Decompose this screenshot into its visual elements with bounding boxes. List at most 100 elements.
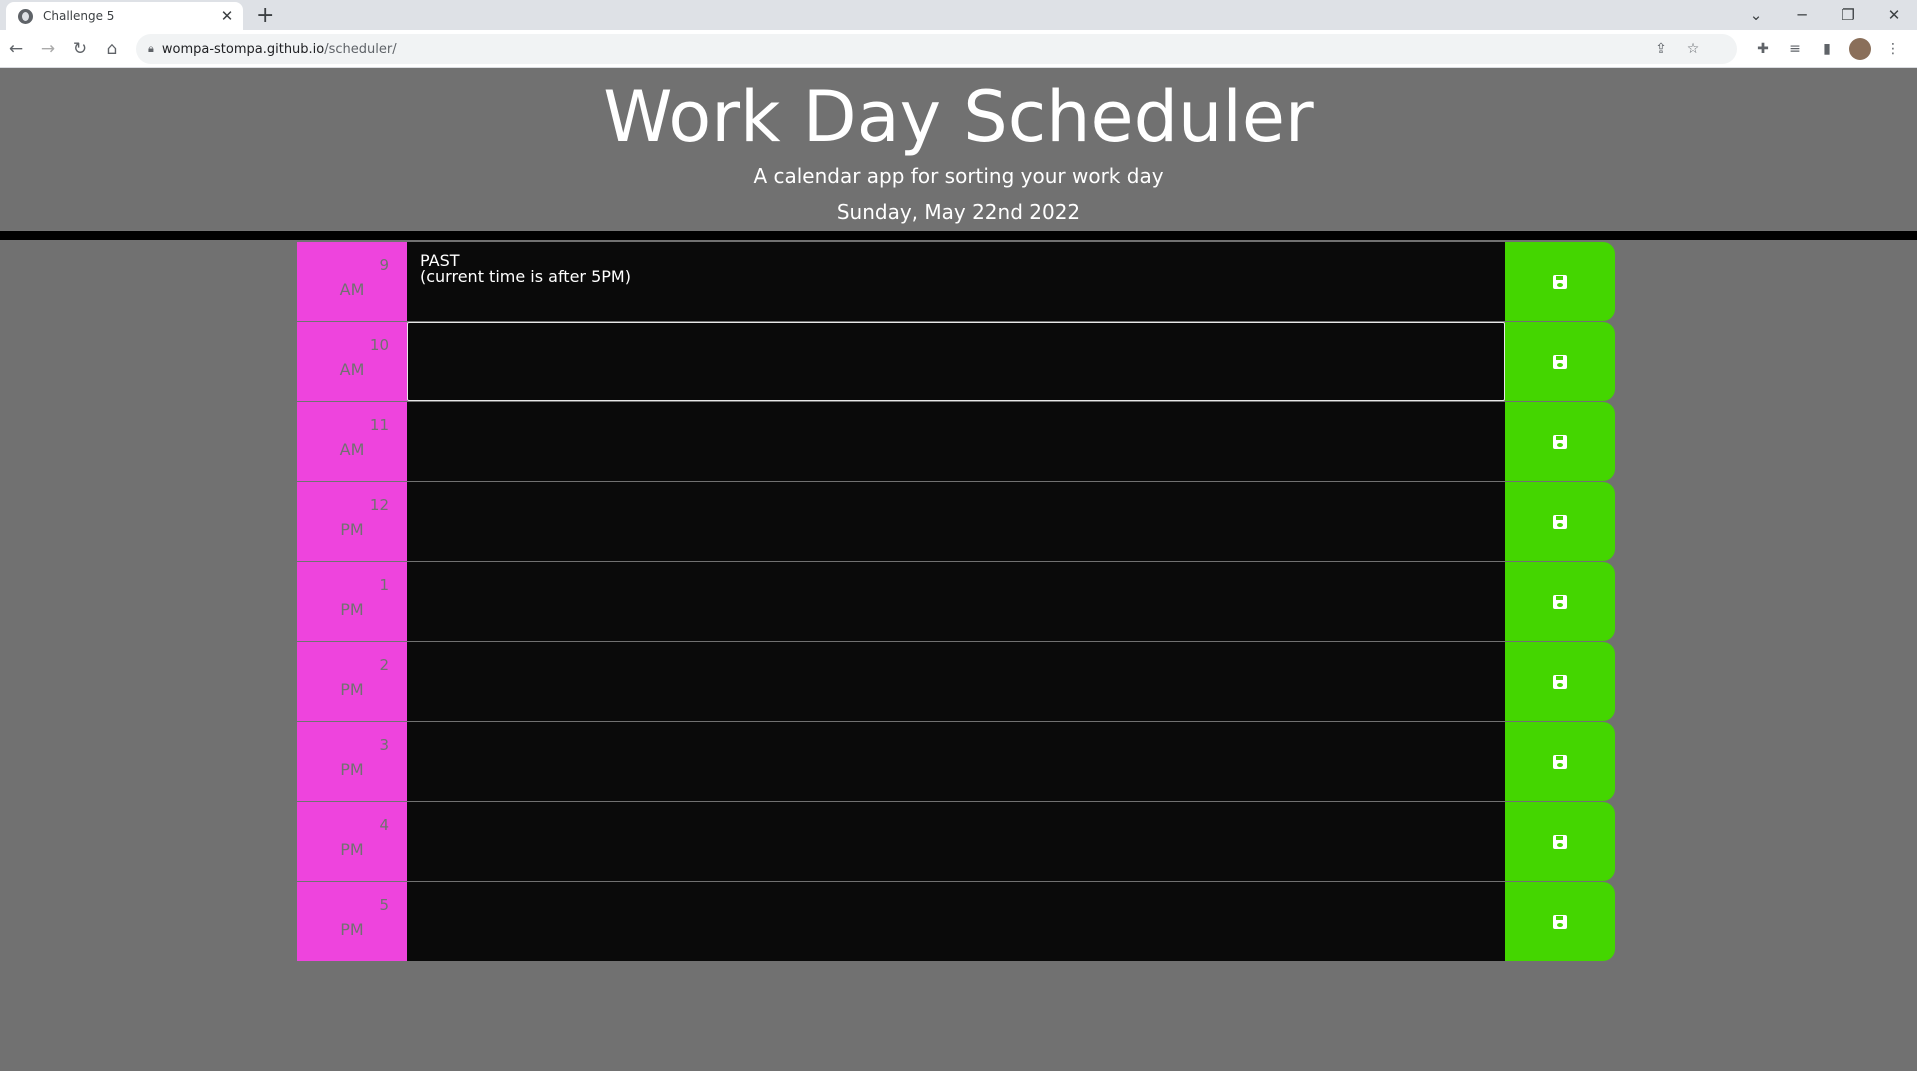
close-window-icon[interactable]: ✕ bbox=[1871, 6, 1917, 24]
time-block-row: 1 PM bbox=[297, 562, 1615, 641]
hour-ampm: PM bbox=[340, 760, 364, 779]
time-block-row: 10 AM bbox=[297, 322, 1615, 401]
current-date: Sunday, May 22nd 2022 bbox=[836, 200, 1081, 224]
lock-icon[interactable]: 🔒︎ bbox=[148, 42, 154, 56]
header-divider bbox=[0, 231, 1917, 240]
url-path: /scheduler/ bbox=[324, 41, 397, 57]
hour-label: 4 PM bbox=[297, 802, 407, 881]
hour-ampm: PM bbox=[340, 680, 364, 699]
save-button[interactable] bbox=[1505, 482, 1615, 561]
floppy-disk-icon bbox=[1553, 914, 1567, 929]
toolbar-actions: ✚ ≡ ▮ ⋮ bbox=[1747, 30, 1909, 68]
browser-tab[interactable]: Challenge 5 ✕ bbox=[6, 2, 243, 30]
event-description-input[interactable] bbox=[407, 322, 1505, 401]
page-content: Work Day Scheduler A calendar app for so… bbox=[0, 68, 1917, 1077]
hour-ampm: PM bbox=[340, 920, 364, 939]
page-subtitle: A calendar app for sorting your work day bbox=[753, 164, 1164, 188]
extensions-icon[interactable]: ✚ bbox=[1747, 41, 1779, 57]
url-host: wompa-stompa.github.io bbox=[161, 41, 325, 57]
event-description-input[interactable] bbox=[407, 882, 1505, 961]
hour-ampm: AM bbox=[339, 360, 365, 379]
save-button[interactable] bbox=[1505, 722, 1615, 801]
hour-ampm: AM bbox=[339, 440, 365, 459]
hour-number: 2 bbox=[379, 656, 389, 674]
time-block-row: 12 PM bbox=[297, 482, 1615, 561]
hour-number: 1 bbox=[379, 576, 389, 594]
bottom-edge bbox=[0, 1071, 1917, 1077]
time-block-row: 5 PM bbox=[297, 882, 1615, 961]
bookmark-star-icon[interactable]: ☆ bbox=[1677, 41, 1709, 57]
time-block-row: 2 PM bbox=[297, 642, 1615, 721]
profile-avatar[interactable] bbox=[1849, 38, 1871, 60]
floppy-disk-icon bbox=[1553, 594, 1567, 609]
browser-tabstrip: Challenge 5 ✕ + ⌄ ─ ❐ ✕ bbox=[0, 0, 1917, 30]
event-description-input[interactable] bbox=[407, 642, 1505, 721]
url-text: wompa-stompa.github.io/scheduler/ bbox=[162, 42, 397, 57]
minimize-icon[interactable]: ─ bbox=[1779, 6, 1825, 24]
time-block-container: 9 AM PAST (current time is after 5PM) 10… bbox=[297, 242, 1615, 962]
event-description-input[interactable] bbox=[407, 562, 1505, 641]
hour-number: 4 bbox=[379, 816, 389, 834]
save-button[interactable] bbox=[1505, 642, 1615, 721]
hour-ampm: AM bbox=[339, 280, 365, 299]
time-block-row: 9 AM PAST (current time is after 5PM) bbox=[297, 242, 1615, 321]
share-icon[interactable]: ⇪ bbox=[1645, 41, 1677, 57]
time-block-row: 11 AM bbox=[297, 402, 1615, 481]
event-description-input[interactable] bbox=[407, 722, 1505, 801]
reload-icon[interactable]: ↻ bbox=[64, 39, 96, 59]
hour-number: 12 bbox=[369, 496, 389, 514]
address-bar-actions: ⇪ ☆ bbox=[1645, 34, 1709, 64]
floppy-disk-icon bbox=[1553, 274, 1567, 289]
hour-number: 9 bbox=[379, 256, 389, 274]
hour-label: 2 PM bbox=[297, 642, 407, 721]
save-button[interactable] bbox=[1505, 562, 1615, 641]
menu-icon[interactable]: ⋮ bbox=[1877, 41, 1909, 57]
event-description-input[interactable] bbox=[407, 402, 1505, 481]
tab-close-icon[interactable]: ✕ bbox=[219, 7, 235, 25]
window-controls: ⌄ ─ ❐ ✕ bbox=[1733, 0, 1917, 30]
hour-ampm: PM bbox=[340, 600, 364, 619]
restore-icon[interactable]: ❐ bbox=[1825, 6, 1871, 24]
hour-label: 11 AM bbox=[297, 402, 407, 481]
hour-ampm: PM bbox=[340, 520, 364, 539]
address-bar[interactable]: 🔒︎ wompa-stompa.github.io/scheduler/ bbox=[136, 34, 1737, 64]
save-button[interactable] bbox=[1505, 882, 1615, 961]
home-icon[interactable]: ⌂ bbox=[96, 39, 128, 59]
browser-toolbar: ← → ↻ ⌂ 🔒︎ wompa-stompa.github.io/schedu… bbox=[0, 30, 1917, 68]
hour-number: 10 bbox=[369, 336, 389, 354]
save-button[interactable] bbox=[1505, 242, 1615, 321]
save-button[interactable] bbox=[1505, 402, 1615, 481]
save-button[interactable] bbox=[1505, 802, 1615, 881]
forward-icon[interactable]: → bbox=[32, 39, 64, 59]
floppy-disk-icon bbox=[1553, 514, 1567, 529]
save-button[interactable] bbox=[1505, 322, 1615, 401]
floppy-disk-icon bbox=[1553, 434, 1567, 449]
event-description-input[interactable]: PAST (current time is after 5PM) bbox=[407, 242, 1505, 321]
floppy-disk-icon bbox=[1553, 354, 1567, 369]
header: Work Day Scheduler A calendar app for so… bbox=[0, 68, 1917, 231]
time-block-row: 4 PM bbox=[297, 802, 1615, 881]
time-block-row: 3 PM bbox=[297, 722, 1615, 801]
side-panel-icon[interactable]: ▮ bbox=[1811, 41, 1843, 57]
event-description-input[interactable] bbox=[407, 482, 1505, 561]
hour-label: 12 PM bbox=[297, 482, 407, 561]
tab-search-icon[interactable]: ⌄ bbox=[1733, 6, 1779, 24]
hour-label: 1 PM bbox=[297, 562, 407, 641]
hour-label: 3 PM bbox=[297, 722, 407, 801]
new-tab-icon[interactable]: + bbox=[256, 3, 274, 28]
hour-label: 10 AM bbox=[297, 322, 407, 401]
back-icon[interactable]: ← bbox=[0, 39, 32, 59]
hour-number: 3 bbox=[379, 736, 389, 754]
floppy-disk-icon bbox=[1553, 754, 1567, 769]
hour-number: 11 bbox=[369, 416, 389, 434]
globe-icon bbox=[18, 8, 33, 24]
floppy-disk-icon bbox=[1553, 834, 1567, 849]
event-description-input[interactable] bbox=[407, 802, 1505, 881]
hour-ampm: PM bbox=[340, 840, 364, 859]
tab-title: Challenge 5 bbox=[43, 9, 115, 23]
reading-list-icon[interactable]: ≡ bbox=[1779, 41, 1811, 57]
hour-label: 5 PM bbox=[297, 882, 407, 961]
page-title: Work Day Scheduler bbox=[603, 76, 1314, 158]
hour-label: 9 AM bbox=[297, 242, 407, 321]
floppy-disk-icon bbox=[1553, 674, 1567, 689]
